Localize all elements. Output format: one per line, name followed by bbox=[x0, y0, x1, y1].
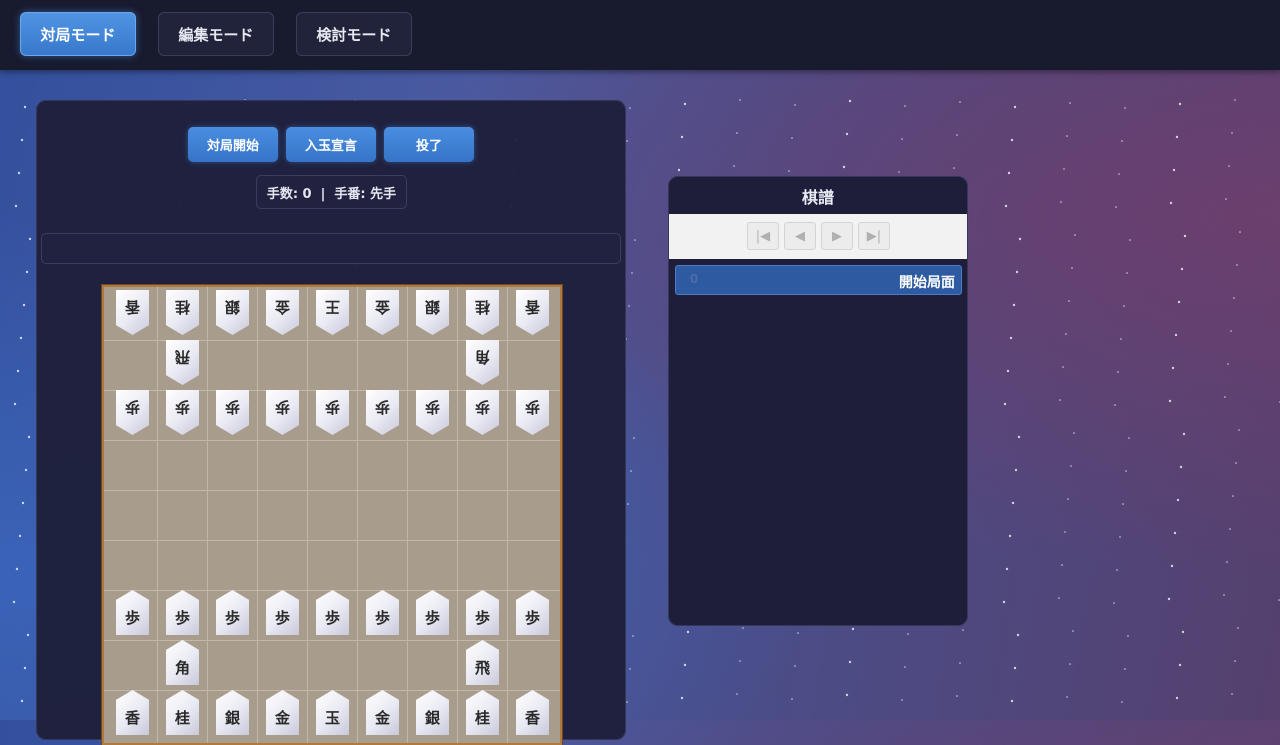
board-grid-line bbox=[104, 490, 560, 491]
gote-piece[interactable]: 歩 bbox=[516, 390, 549, 435]
next-move-button[interactable]: ▶ bbox=[821, 222, 853, 250]
gote-piece[interactable]: 王 bbox=[316, 290, 349, 335]
gote-piece[interactable]: 香 bbox=[116, 290, 149, 335]
sente-piece[interactable]: 桂 bbox=[166, 690, 199, 735]
sente-piece[interactable]: 歩 bbox=[466, 590, 499, 635]
edit-mode-button[interactable]: 編集モード bbox=[158, 12, 274, 56]
sente-piece[interactable]: 歩 bbox=[166, 590, 199, 635]
first-move-button[interactable]: |◀ bbox=[747, 222, 779, 250]
play-mode-button[interactable]: 対局モード bbox=[20, 12, 136, 56]
sente-piece[interactable]: 歩 bbox=[266, 590, 299, 635]
kifu-move-text: 開始局面 bbox=[899, 275, 955, 291]
gote-piece[interactable]: 歩 bbox=[466, 390, 499, 435]
board-grid-line bbox=[207, 287, 208, 743]
board-grid-line bbox=[157, 287, 158, 743]
sente-piece[interactable]: 銀 bbox=[416, 690, 449, 735]
gote-piece[interactable]: 歩 bbox=[216, 390, 249, 435]
sente-piece[interactable]: 桂 bbox=[466, 690, 499, 735]
last-move-button[interactable]: ▶| bbox=[858, 222, 890, 250]
sente-piece[interactable]: 銀 bbox=[216, 690, 249, 735]
board-grid-line bbox=[104, 440, 560, 441]
gote-piece[interactable]: 銀 bbox=[216, 290, 249, 335]
gote-piece[interactable]: 香 bbox=[516, 290, 549, 335]
kifu-panel: 棋譜 |◀ ◀ ▶ ▶| 0 開始局面 bbox=[668, 176, 968, 626]
sente-piece[interactable]: 歩 bbox=[316, 590, 349, 635]
sente-piece[interactable]: 香 bbox=[516, 690, 549, 735]
gote-piece[interactable]: 桂 bbox=[466, 290, 499, 335]
board-grid-line bbox=[407, 287, 408, 743]
gote-piece[interactable]: 飛 bbox=[166, 340, 199, 385]
board-grid-line bbox=[104, 640, 560, 641]
sente-piece[interactable]: 金 bbox=[266, 690, 299, 735]
sente-piece[interactable]: 角 bbox=[166, 640, 199, 685]
sente-piece[interactable]: 歩 bbox=[116, 590, 149, 635]
board-grid-line bbox=[457, 287, 458, 743]
gote-piece[interactable]: 歩 bbox=[416, 390, 449, 435]
resign-button[interactable]: 投了 bbox=[384, 127, 474, 162]
mode-toolbar: 対局モード 編集モード 検討モード bbox=[0, 0, 1280, 70]
sente-piece[interactable]: 歩 bbox=[516, 590, 549, 635]
study-mode-button[interactable]: 検討モード bbox=[296, 12, 412, 56]
kifu-move-number: 0 bbox=[690, 272, 699, 286]
shogi-board[interactable]: 香桂銀金王金銀桂香飛角歩歩歩歩歩歩歩歩歩歩歩歩歩歩歩歩歩歩角飛香桂銀金玉金銀桂香 bbox=[102, 285, 562, 745]
gote-piece[interactable]: 桂 bbox=[166, 290, 199, 335]
sente-piece[interactable]: 金 bbox=[366, 690, 399, 735]
game-panel: 対局開始 入玉宣言 投了 手数: 0 | 手番: 先手 香桂銀金王金銀桂香飛角歩… bbox=[36, 100, 626, 745]
prev-move-button[interactable]: ◀ bbox=[784, 222, 816, 250]
start-game-button[interactable]: 対局開始 bbox=[188, 127, 278, 162]
message-bar bbox=[41, 233, 621, 264]
board-grid-line bbox=[507, 287, 508, 743]
sente-piece[interactable]: 香 bbox=[116, 690, 149, 735]
kifu-entry-selected[interactable]: 0 開始局面 bbox=[675, 265, 962, 295]
gote-piece[interactable]: 金 bbox=[366, 290, 399, 335]
gote-piece[interactable]: 歩 bbox=[166, 390, 199, 435]
declare-nyugyoku-button[interactable]: 入玉宣言 bbox=[286, 127, 376, 162]
kifu-title: 棋譜 bbox=[801, 187, 834, 207]
sente-piece[interactable]: 玉 bbox=[316, 690, 349, 735]
gote-piece[interactable]: 歩 bbox=[116, 390, 149, 435]
sente-piece[interactable]: 飛 bbox=[466, 640, 499, 685]
sente-piece[interactable]: 歩 bbox=[416, 590, 449, 635]
board-grid-line bbox=[104, 540, 560, 541]
gote-piece[interactable]: 歩 bbox=[266, 390, 299, 435]
gote-piece[interactable]: 歩 bbox=[366, 390, 399, 435]
sente-piece[interactable]: 歩 bbox=[216, 590, 249, 635]
move-status: 手数: 0 | 手番: 先手 bbox=[256, 175, 407, 209]
board-grid-line bbox=[257, 287, 258, 743]
gote-piece[interactable]: 銀 bbox=[416, 290, 449, 335]
sente-piece[interactable]: 歩 bbox=[366, 590, 399, 635]
board-grid-line bbox=[307, 287, 308, 743]
gote-piece[interactable]: 角 bbox=[466, 340, 499, 385]
board-grid-line bbox=[357, 287, 358, 743]
kifu-navigation: |◀ ◀ ▶ ▶| bbox=[669, 214, 967, 259]
gote-piece[interactable]: 金 bbox=[266, 290, 299, 335]
gote-piece[interactable]: 歩 bbox=[316, 390, 349, 435]
